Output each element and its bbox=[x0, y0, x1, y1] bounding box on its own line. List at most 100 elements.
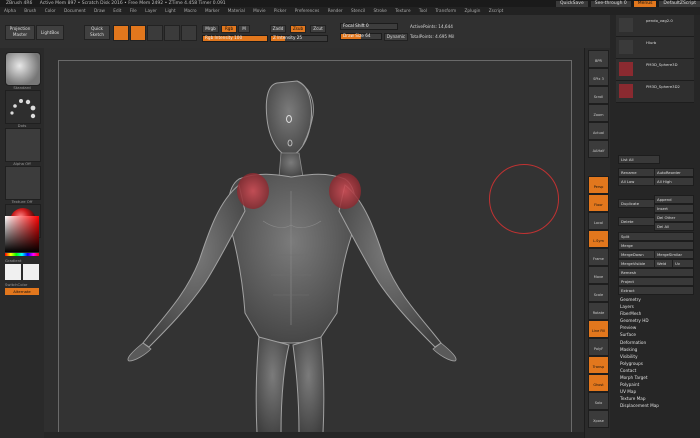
mrgb-button[interactable]: Mrgb bbox=[202, 25, 219, 33]
menu-preview[interactable]: Preview bbox=[620, 324, 659, 331]
project-button[interactable]: Project bbox=[618, 277, 694, 286]
edit-button[interactable] bbox=[113, 25, 129, 41]
lsym-button[interactable]: L.Sym bbox=[588, 230, 609, 248]
menu-draw[interactable]: Draw bbox=[94, 8, 105, 13]
uv-button[interactable]: Uv bbox=[672, 259, 694, 268]
duplicate-button[interactable]: Duplicate bbox=[618, 199, 656, 208]
zoom-button[interactable]: Zoom bbox=[588, 104, 609, 122]
menu-layer[interactable]: Layer bbox=[145, 8, 157, 13]
alternate-button[interactable]: Alternate bbox=[5, 288, 39, 295]
menu-edit[interactable]: Edit bbox=[113, 8, 121, 13]
secondary-color-swatch[interactable] bbox=[23, 264, 39, 280]
menu-texture-map[interactable]: Texture Map bbox=[620, 395, 659, 402]
menu-masking[interactable]: Masking bbox=[620, 346, 659, 353]
del-other-button[interactable]: Del Other bbox=[654, 213, 694, 222]
lightbox-button[interactable]: LightBox bbox=[36, 25, 64, 40]
menu-material[interactable]: Material bbox=[228, 8, 245, 13]
focal-shift-slider[interactable]: Focal Shift 0 bbox=[340, 23, 398, 30]
persp-button[interactable]: Persp bbox=[588, 176, 609, 194]
scale-button[interactable] bbox=[164, 25, 180, 41]
transp-button[interactable]: Transp bbox=[588, 356, 609, 374]
menu-displacement-map[interactable]: Displacement Map bbox=[620, 402, 659, 409]
menu-alpha[interactable]: Alpha bbox=[4, 8, 16, 13]
solo-button[interactable]: Solo bbox=[588, 392, 609, 410]
quicksave-button[interactable]: QuickSave bbox=[555, 0, 588, 7]
subtool-item[interactable]: Hlurb bbox=[616, 37, 694, 59]
menu-polygroups[interactable]: Polygroups bbox=[620, 360, 659, 367]
menu-transform[interactable]: Transform bbox=[435, 8, 456, 13]
menu-uv-map[interactable]: UV Map bbox=[620, 388, 659, 395]
menu-polypaint[interactable]: Polypaint bbox=[620, 381, 659, 388]
scale-view-button[interactable]: Scale bbox=[588, 284, 609, 302]
zadd-button[interactable]: Zadd bbox=[270, 25, 286, 33]
spix-button[interactable]: SPix 3 bbox=[588, 68, 609, 86]
menu-contact[interactable]: Contact bbox=[620, 367, 659, 374]
auto-reorder-button[interactable]: AutoReorder bbox=[654, 168, 694, 177]
rgb-button[interactable]: Rgb bbox=[221, 25, 237, 33]
insert-button[interactable]: Insert bbox=[654, 204, 694, 213]
rgb-intensity-slider[interactable]: Rgb Intensity 100 bbox=[202, 35, 268, 42]
line-fill-button[interactable]: Line Fill bbox=[588, 320, 609, 338]
menu-light[interactable]: Light bbox=[165, 8, 175, 13]
menu-movie[interactable]: Movie bbox=[253, 8, 265, 13]
projection-master-button[interactable]: Projection Master bbox=[5, 25, 35, 40]
floor-button[interactable]: Floor bbox=[588, 194, 609, 212]
switch-color-button[interactable]: SwitchColor bbox=[5, 282, 39, 287]
z-intensity-slider[interactable]: Z Intensity 25 bbox=[270, 35, 328, 42]
polyf-button[interactable]: PolyF bbox=[588, 338, 609, 356]
menu-tool[interactable]: Tool bbox=[419, 8, 427, 13]
merge-down-button[interactable]: MergeDown bbox=[618, 250, 656, 259]
menu-geometry[interactable]: Geometry bbox=[620, 296, 659, 303]
figure-model[interactable] bbox=[59, 61, 571, 434]
see-through-slider[interactable]: See-through 0 bbox=[590, 0, 631, 7]
draw-button[interactable] bbox=[130, 25, 146, 41]
rotate-button[interactable] bbox=[181, 25, 197, 41]
alpha-thumbnail[interactable] bbox=[5, 128, 41, 162]
scroll-button[interactable]: Scroll bbox=[588, 86, 609, 104]
menu-render[interactable]: Render bbox=[328, 8, 343, 13]
menu-file[interactable]: File bbox=[130, 8, 137, 13]
main-color-swatch[interactable] bbox=[5, 264, 21, 280]
menu-brush[interactable]: Brush bbox=[24, 8, 36, 13]
del-all-button[interactable]: Del All bbox=[654, 222, 694, 231]
menu-deformation[interactable]: Deformation bbox=[620, 339, 659, 346]
subtool-item[interactable]: pendo_vag2.0 bbox=[616, 15, 694, 37]
menu-color[interactable]: Color bbox=[45, 8, 56, 13]
bpr-button[interactable]: BPR bbox=[588, 50, 609, 68]
menu-marker[interactable]: Marker bbox=[205, 8, 219, 13]
default-zscript-button[interactable]: DefaultZScript bbox=[659, 0, 700, 7]
actual-button[interactable]: Actual bbox=[588, 122, 609, 140]
menu-preferences[interactable]: Preferences bbox=[295, 8, 320, 13]
move-button[interactable] bbox=[147, 25, 163, 41]
menu-surface[interactable]: Surface bbox=[620, 331, 659, 338]
extract-button[interactable]: Extract bbox=[618, 286, 694, 295]
draw-size-slider[interactable]: Draw Size 64 bbox=[340, 33, 382, 40]
local-button[interactable]: Local bbox=[588, 212, 609, 230]
remesh-button[interactable]: Remesh bbox=[618, 268, 694, 277]
menu-morph-target[interactable]: Morph Target bbox=[620, 374, 659, 381]
zcut-button[interactable]: Zcut bbox=[310, 25, 326, 33]
stroke-thumbnail[interactable] bbox=[5, 90, 41, 124]
frame-button[interactable]: Frame bbox=[588, 248, 609, 266]
all-low-button[interactable]: All Low bbox=[618, 177, 656, 186]
weld-button[interactable]: Weld bbox=[654, 259, 674, 268]
menu-stencil[interactable]: Stencil bbox=[351, 8, 365, 13]
append-button[interactable]: Append bbox=[654, 195, 694, 204]
menu-fibermesh[interactable]: FiberMesh bbox=[620, 310, 659, 317]
menu-stroke[interactable]: Stroke bbox=[374, 8, 387, 13]
delete-button[interactable]: Delete bbox=[618, 217, 656, 226]
menu-macro[interactable]: Macro bbox=[184, 8, 197, 13]
rename-button[interactable]: Rename bbox=[618, 168, 656, 177]
list-all-button[interactable]: List All bbox=[618, 155, 660, 164]
merge-similar-button[interactable]: MergeSimilar bbox=[654, 250, 694, 259]
menu-texture[interactable]: Texture bbox=[395, 8, 410, 13]
all-high-button[interactable]: All High bbox=[654, 177, 694, 186]
subtool-item[interactable]: PM3D_Sphere3D2 bbox=[616, 81, 694, 103]
move-view-button[interactable]: Move bbox=[588, 266, 609, 284]
document-canvas[interactable] bbox=[58, 60, 572, 434]
menu-layers[interactable]: Layers bbox=[620, 303, 659, 310]
menu-zplugin[interactable]: Zplugin bbox=[465, 8, 481, 13]
hue-strip[interactable] bbox=[5, 253, 39, 256]
gradient-label[interactable]: Gradient bbox=[5, 258, 39, 263]
rotate-view-button[interactable]: Rotate bbox=[588, 302, 609, 320]
